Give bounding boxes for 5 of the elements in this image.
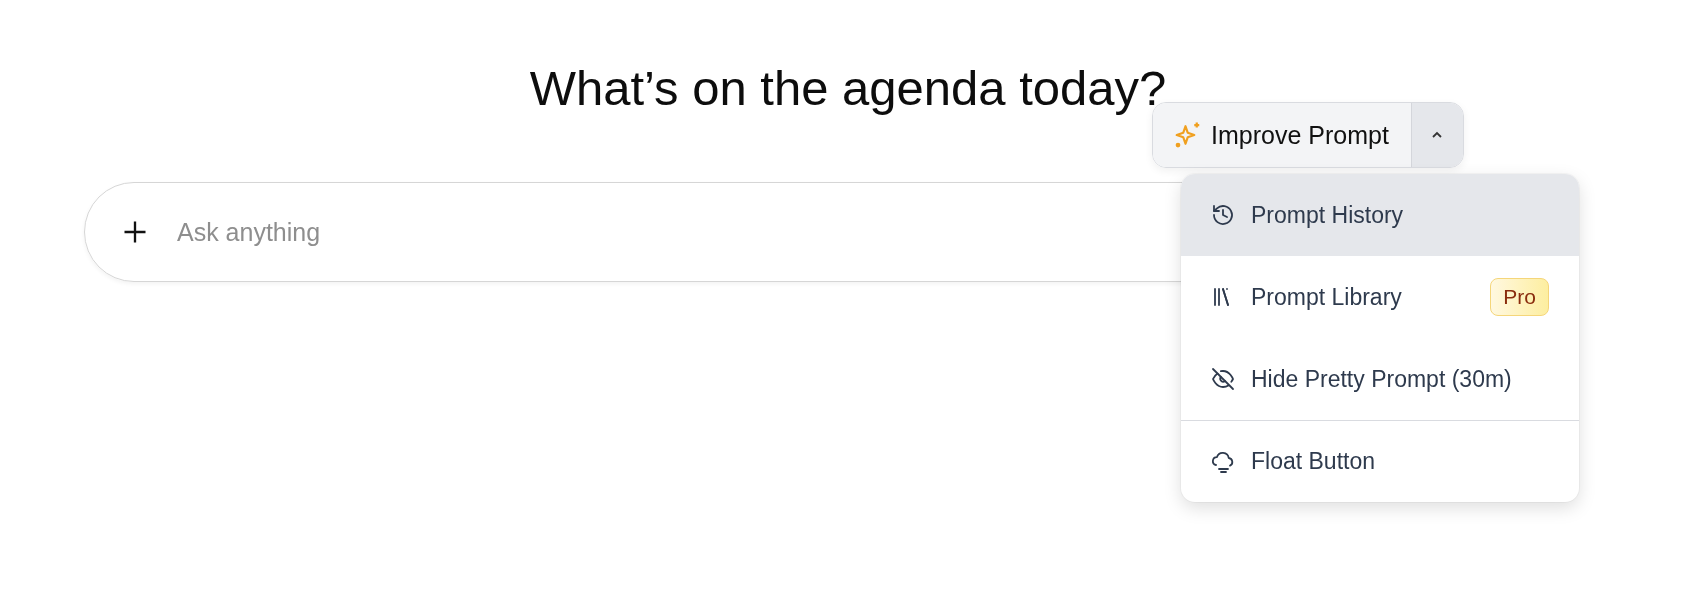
- menu-item-label: Float Button: [1251, 448, 1377, 475]
- menu-item-label: Prompt Library: [1251, 283, 1403, 311]
- pro-tag: Pro: [1490, 278, 1549, 316]
- menu-item-label: Prompt History: [1251, 201, 1405, 229]
- menu-item-label: Hide Pretty Prompt (30m): [1251, 365, 1513, 393]
